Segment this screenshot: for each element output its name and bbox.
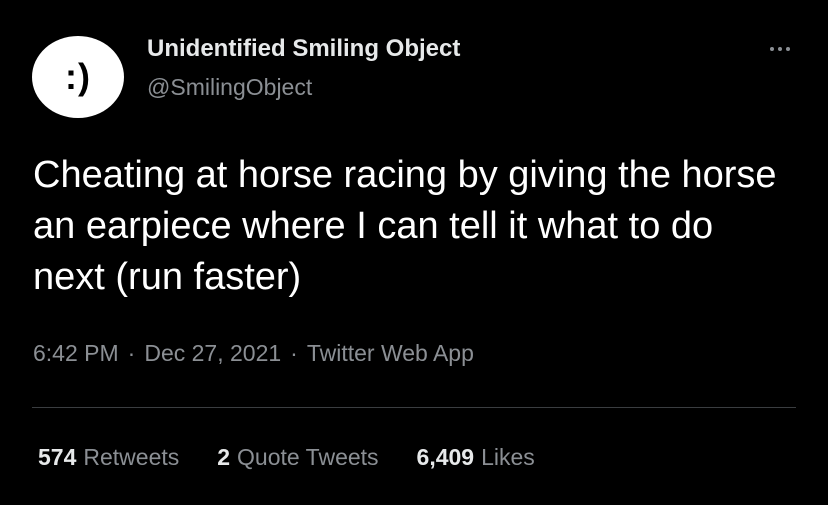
avatar-smiley: :) bbox=[65, 56, 91, 97]
tweet-stats: 574 Retweets 2 Quote Tweets 6,409 Likes bbox=[38, 444, 573, 471]
more-options-icon-dot bbox=[786, 47, 790, 51]
quote-tweets-stat[interactable]: 2 Quote Tweets bbox=[217, 444, 378, 471]
tweet-text: Cheating at horse racing by giving the h… bbox=[33, 154, 777, 298]
retweets-label: Retweets bbox=[83, 444, 180, 470]
author-handle[interactable]: @SmilingObject bbox=[147, 74, 312, 101]
divider bbox=[32, 407, 796, 408]
retweets-count: 574 bbox=[38, 444, 77, 470]
author-display-name[interactable]: Unidentified Smiling Object bbox=[147, 35, 460, 63]
tweet-card: :) Unidentified Smiling Object @SmilingO… bbox=[0, 0, 828, 505]
quote-tweets-count: 2 bbox=[217, 444, 231, 470]
likes-stat[interactable]: 6,409 Likes bbox=[417, 444, 535, 471]
retweets-stat[interactable]: 574 Retweets bbox=[38, 444, 179, 471]
more-options-button[interactable] bbox=[760, 38, 800, 60]
likes-label: Likes bbox=[481, 444, 535, 470]
tweet-source[interactable]: Twitter Web App bbox=[307, 340, 474, 367]
meta-separator: · bbox=[127, 340, 136, 366]
quote-tweets-label: Quote Tweets bbox=[237, 444, 379, 470]
more-options-icon-dot bbox=[778, 47, 782, 51]
tweet-time[interactable]: 6:42 PM bbox=[33, 340, 119, 367]
more-options-icon bbox=[770, 47, 774, 51]
tweet-date[interactable]: Dec 27, 2021 bbox=[144, 340, 281, 367]
tweet-meta: 6:42 PM · Dec 27, 2021 · Twitter Web App bbox=[33, 340, 474, 367]
likes-count: 6,409 bbox=[416, 444, 475, 470]
meta-separator: · bbox=[290, 340, 298, 366]
avatar[interactable]: :) bbox=[32, 36, 124, 118]
